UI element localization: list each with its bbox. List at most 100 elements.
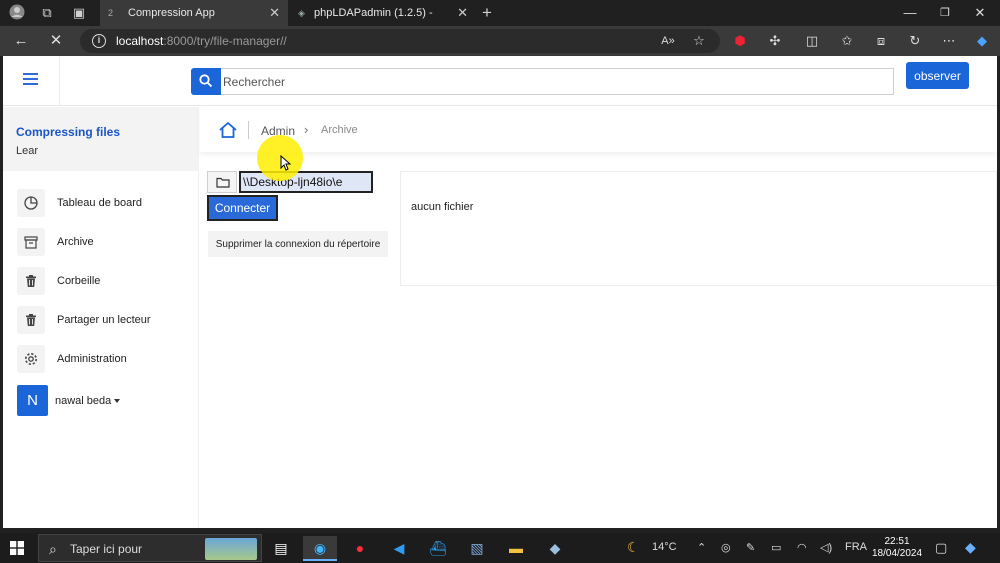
sidebar-item-label: Administration [57,353,127,365]
connection-panel: Connecter Supprimer la connexion du répe… [200,171,395,271]
home-icon[interactable] [218,121,238,139]
vscode-taskbar-icon[interactable]: ◀ [382,536,416,561]
tab-title: phpLDAPadmin (1.2.5) - [314,7,433,19]
windows-taskbar: ⌕ Taper ici pour ▤ ◉ ● ◀ ⛴ ▧ ▬ ◆ ☾ 14°C … [0,533,1000,563]
search-button[interactable] [191,68,221,95]
sidebar-item-label: Partager un lecteur [57,314,151,326]
sidebar-item-partager-un-lecteur[interactable]: Partager un lecteur [17,306,197,336]
close-tab-icon[interactable]: ✕ [269,0,280,26]
site-info-icon[interactable]: i [92,34,106,48]
close-window-icon[interactable]: ✕ [963,0,997,26]
minimize-icon[interactable]: — [893,0,927,26]
favorites-icon[interactable]: ✩ [838,32,856,50]
copilot-taskbar-icon[interactable]: ◆ [965,539,976,556]
breadcrumb-separator [248,121,249,139]
php-favicon-icon: ◈ [298,8,305,18]
more-options-icon[interactable]: ⋯ [940,32,958,50]
top-navbar: observer [3,56,997,106]
user-menu[interactable]: nawal beda [55,395,121,407]
tray-chevron-up-icon[interactable]: ⌃ [697,541,706,554]
weather-moon-icon: ☾ [627,539,640,555]
sidebar-item-corbeille[interactable]: Corbeille [17,267,197,297]
archive-box-icon [17,228,45,256]
tray-meet-icon[interactable]: ◎ [721,541,731,554]
pie-chart-icon [17,189,45,217]
sidebar-subtitle: Lear [16,145,39,157]
breadcrumb: Admin › Archive [200,107,997,152]
extension-badge-icon[interactable]: ⬢ [731,32,749,50]
docker-taskbar-icon[interactable]: ⛴ [421,536,455,561]
avatar[interactable]: N [17,385,48,416]
wifi-icon[interactable]: ◠ [797,541,807,554]
trash-icon [17,267,45,295]
task-view-icon[interactable]: ▤ [264,536,298,561]
tab-compression-app[interactable]: 2 Compression App ✕ [100,0,288,26]
search-icon [199,74,213,88]
folder-icon-box [207,171,237,193]
search-highlight-image [205,538,257,560]
connect-button[interactable]: Connecter [207,195,278,221]
app-taskbar-icon[interactable]: ▧ [460,536,494,561]
empty-files-text: aucun fichier [411,201,474,213]
sidebar-item-administration[interactable]: Administration [17,345,197,375]
volume-icon[interactable]: ◁) [820,541,832,554]
tray-pen-icon[interactable]: ✎ [746,541,755,554]
mouse-cursor-icon [280,155,291,171]
directory-path-input[interactable] [239,171,373,193]
app2-taskbar-icon[interactable]: ◆ [538,536,572,561]
sidebar: Compressing files Lear Tableau de board … [3,107,199,528]
files-panel: aucun fichier [400,171,997,286]
sidebar-item-label: Corbeille [57,275,101,287]
favorite-star-icon[interactable]: ☆ [690,32,708,50]
collections-icon[interactable]: ⧈ [872,32,890,50]
main-content: Admin › Archive Connecter Supprimer la c… [200,107,997,528]
battery-icon[interactable]: ▭ [771,541,781,554]
windows-start-icon[interactable] [10,541,24,555]
read-aloud-icon[interactable]: A» [659,32,677,50]
back-icon[interactable]: ← [12,32,30,50]
extensions-icon[interactable]: ✣ [766,32,784,50]
opera-taskbar-icon[interactable]: ● [343,536,377,561]
caret-down-icon [114,399,121,404]
search-icon: ⌕ [49,541,57,557]
folder-icon [216,177,230,188]
trash-icon [17,306,45,334]
remove-connection-button[interactable]: Supprimer la connexion du répertoire [208,231,388,257]
clock[interactable]: 22:51 18/04/2024 [872,536,922,560]
close-tab-icon[interactable]: ✕ [457,0,468,26]
sidebar-item-archive[interactable]: Archive [17,228,197,258]
profile-icon[interactable] [8,4,26,22]
clock-date: 18/04/2024 [872,548,923,559]
taskbar-search[interactable]: ⌕ Taper ici pour [38,534,262,562]
sidebar-item-tableau-de-board[interactable]: Tableau de board [17,189,197,219]
user-name: nawal beda [55,395,112,407]
workspaces-icon[interactable]: ⧉ [38,4,56,22]
sidebar-title: Compressing files [16,125,121,139]
weather-temp[interactable]: 14°C [652,541,677,553]
tab-phpldapadmin[interactable]: ◈ phpLDAPadmin (1.2.5) - ✕ [290,0,476,26]
web-page: observer Compressing files Lear Tableau … [3,56,997,528]
gear-icon [17,345,45,373]
copilot-icon[interactable]: ◆ [973,32,991,50]
clock-time: 22:51 [884,536,910,547]
new-tab-icon[interactable]: + [478,4,496,22]
stop-loading-icon[interactable]: ✕ [47,32,65,50]
language-indicator[interactable]: FRA [845,541,867,553]
url-field[interactable]: i localhost:8000/try/file-manager// [80,29,720,53]
restore-icon[interactable]: ❐ [928,0,962,26]
notifications-icon[interactable]: ▢ [935,540,947,556]
tab-favicon: 2 [108,8,114,18]
breadcrumb-archive: Archive [321,124,358,136]
search-input[interactable] [221,68,894,95]
address-bar-row: ← ✕ i localhost:8000/try/file-manager// … [0,26,1000,56]
sidebar-item-label: Tableau de board [57,197,143,209]
nav-divider [59,56,60,106]
file-explorer-taskbar-icon[interactable]: ▬ [499,536,533,561]
url-text: localhost:8000/try/file-manager// [116,34,287,48]
menu-icon[interactable] [23,73,38,85]
history-icon[interactable]: ↻ [906,32,924,50]
tab-actions-icon[interactable]: ▣ [70,4,88,22]
split-screen-icon[interactable]: ◫ [803,32,821,50]
edge-taskbar-icon[interactable]: ◉ [303,536,337,561]
observer-button[interactable]: observer [906,62,969,89]
